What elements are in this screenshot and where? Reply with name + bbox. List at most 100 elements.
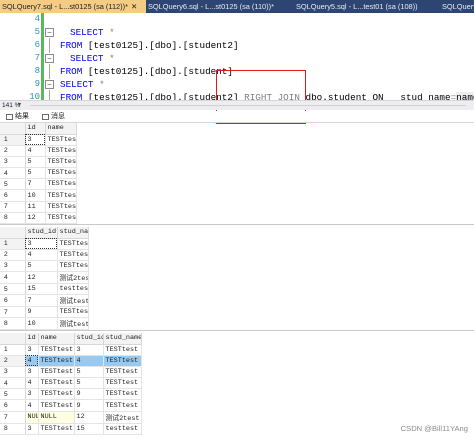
table-row[interactable]: 711TESTtest1	[0, 201, 77, 213]
table-row[interactable]: 412测试2test	[0, 271, 89, 285]
grid-cell[interactable]: 7	[25, 178, 46, 191]
grid-cell[interactable]: 测试2test	[103, 411, 142, 424]
result-grid-1[interactable]: id name 13TESTtest 24TESTtest 35TESTtest…	[0, 123, 77, 225]
row-number[interactable]: 2	[0, 145, 26, 157]
null-cell[interactable]: NULL	[38, 411, 75, 424]
grid-cell[interactable]: 12	[25, 212, 46, 225]
grid-cell[interactable]: testtest	[57, 283, 89, 296]
row-number[interactable]: 6	[0, 399, 26, 412]
grid-cell[interactable]: TESTtest1	[45, 189, 77, 202]
row-number[interactable]: 7	[0, 411, 26, 424]
grid-cell[interactable]: 4	[25, 377, 39, 390]
row-number[interactable]: 4	[0, 167, 26, 180]
null-cell[interactable]: NULL	[25, 411, 39, 424]
grid-cell[interactable]: TESTtest	[103, 377, 142, 390]
column-header[interactable]: id	[25, 123, 46, 135]
grid-cell[interactable]: TESTtest1	[45, 212, 77, 225]
grid-cell[interactable]: 4	[74, 355, 104, 367]
table-row[interactable]: 79TESTtest	[0, 306, 89, 319]
table-row[interactable]: 6 7 测试test	[0, 294, 89, 308]
grid-cell[interactable]: 3	[25, 344, 39, 356]
collapse-icon[interactable]: −	[45, 80, 54, 89]
grid-cell[interactable]: TESTtest	[38, 344, 75, 356]
table-row[interactable]: 6 4 TESTtest 9 TESTtest	[0, 399, 142, 412]
grid-cell[interactable]: 测试test	[57, 317, 89, 331]
grid-cell[interactable]: 3	[74, 344, 104, 356]
table-row[interactable]: 35TESTtest	[0, 260, 89, 273]
row-number[interactable]: 2	[0, 249, 26, 261]
grid-cell[interactable]: 5	[25, 167, 46, 180]
grid-cell[interactable]: TESTtest	[38, 399, 75, 412]
table-row[interactable]: 4 4 TESTtest 5 TESTtest	[0, 377, 142, 390]
grid-cell[interactable]: TESTtest1	[45, 201, 77, 213]
grid-cell[interactable]: TESTtest	[57, 238, 89, 250]
grid-cell[interactable]: TESTtest	[38, 377, 75, 390]
table-row[interactable]: 8 10 测试test	[0, 317, 89, 331]
grid-cell[interactable]: 测试test	[57, 294, 89, 308]
row-number[interactable]: 6	[0, 294, 26, 308]
row-number[interactable]: 2	[0, 355, 26, 367]
grid-cell[interactable]: 5	[25, 260, 58, 273]
grid-cell[interactable]: 15	[25, 283, 58, 296]
grid-cell[interactable]: TESTtest	[38, 355, 75, 367]
grid-cell[interactable]: TESTtest	[38, 423, 75, 435]
grid-cell[interactable]: 3	[25, 366, 39, 379]
table-row[interactable]: 24TESTtest	[0, 145, 77, 157]
row-number[interactable]: 3	[0, 156, 26, 169]
horizontal-scrollbar[interactable]	[30, 103, 466, 108]
grid-cell[interactable]: TESTtest	[103, 344, 142, 356]
close-icon[interactable]: ✕	[131, 2, 137, 11]
tab-sqlquery5[interactable]: SQLQuery5.sql - L...test01 (sa (108))	[294, 0, 440, 13]
table-row[interactable]: 45TESTtest1	[0, 167, 77, 180]
row-number[interactable]: 1	[0, 134, 26, 146]
tab-results[interactable]: 结果	[15, 111, 29, 123]
grid-cell[interactable]: 9	[74, 388, 104, 401]
row-number[interactable]: 7	[0, 306, 26, 319]
grid-cell[interactable]: 5	[74, 377, 104, 390]
grid-cell[interactable]: 7	[25, 294, 58, 308]
row-number[interactable]: 1	[0, 238, 26, 250]
column-header[interactable]: stud_name	[103, 333, 142, 345]
table-row[interactable]: 7NULLNULL12测试2test	[0, 411, 142, 424]
grid-cell[interactable]: 3	[25, 238, 58, 250]
collapse-icon[interactable]: −	[45, 54, 54, 63]
result-grid-3[interactable]: id name stud_id stud_name 1 3 TESTtest 3 TES…	[0, 333, 142, 435]
grid-cell[interactable]: 4	[25, 399, 39, 412]
grid-cell[interactable]: 12	[25, 271, 58, 285]
table-row[interactable]: 3 3 TESTtest 5 TESTtest	[0, 366, 142, 379]
row-number[interactable]: 3	[0, 260, 26, 273]
table-row-selected[interactable]: 2 4 TESTtest 4 TESTtest	[0, 355, 142, 367]
row-number[interactable]: 8	[0, 317, 26, 331]
tab-sqlquery6[interactable]: SQLQuery6.sql - L...st0125 (sa (110))*	[146, 0, 294, 13]
grid-cell[interactable]: TESTtest1	[45, 167, 77, 180]
grid-cell[interactable]: 11	[25, 201, 46, 213]
chevron-down-icon[interactable]: ▾	[18, 101, 21, 110]
table-row[interactable]: 35TESTtest1	[0, 156, 77, 169]
table-row[interactable]: 5 3 TESTtest 9 TESTtest	[0, 388, 142, 401]
grid-cell[interactable]: 4	[25, 145, 46, 157]
grid-cell[interactable]: TESTtest	[57, 260, 89, 273]
grid-cell[interactable]: TESTtest	[45, 134, 77, 146]
row-number[interactable]: 3	[0, 366, 26, 379]
row-number[interactable]: 4	[0, 271, 26, 285]
grid-cell[interactable]: testtest	[103, 423, 142, 435]
grid-cell[interactable]: 4	[25, 249, 58, 261]
row-number[interactable]: 5	[0, 388, 26, 401]
row-number[interactable]: 5	[0, 283, 26, 296]
grid-cell[interactable]: TESTtest	[38, 366, 75, 379]
row-number[interactable]: 1	[0, 344, 26, 356]
grid-cell[interactable]: 3	[25, 388, 39, 401]
table-row[interactable]: 515testtest	[0, 283, 89, 296]
grid-cell[interactable]: TESTtest	[57, 306, 89, 319]
grid-separator[interactable]	[0, 224, 474, 225]
row-number[interactable]: 8	[0, 423, 26, 435]
row-number[interactable]: 8	[0, 212, 26, 225]
row-number[interactable]: 6	[0, 189, 26, 202]
grid-cell[interactable]: 15	[74, 423, 104, 435]
tab-sqlquery7[interactable]: SQLQuery7.sql - L...st0125 (sa (112))* ✕	[0, 0, 146, 13]
grid-cell[interactable]: 3	[25, 134, 46, 146]
table-row[interactable]: 610TESTtest1	[0, 189, 77, 202]
column-header[interactable]: id	[25, 333, 39, 345]
table-row[interactable]: 1 3 TESTtest 3 TESTtest	[0, 344, 142, 356]
grid-cell[interactable]: TESTtest	[103, 388, 142, 401]
